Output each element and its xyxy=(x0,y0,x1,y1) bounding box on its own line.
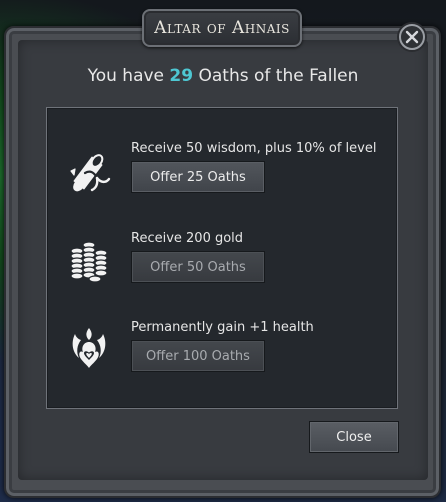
oath-count-headline: You have 29 Oaths of the Fallen xyxy=(0,66,446,86)
reward-description: Receive 50 wisdom, plus 10% of level xyxy=(131,141,377,156)
headline-prefix: You have xyxy=(87,66,170,86)
offer-25-oaths-button[interactable]: Offer 25 Oaths xyxy=(131,161,265,193)
oath-count: 29 xyxy=(169,66,194,86)
dialog-title-plate: Altar of Ahnais xyxy=(142,9,302,47)
rewards-list: Receive 50 wisdom, plus 10% of level Off… xyxy=(46,107,398,409)
offer-100-oaths-button[interactable]: Offer 100 Oaths xyxy=(131,340,265,372)
reward-description: Permanently gain +1 health xyxy=(131,320,314,335)
reward-row-gold: Receive 200 gold Offer 50 Oaths xyxy=(47,231,397,301)
headline-suffix: Oaths of the Fallen xyxy=(193,66,359,86)
reward-row-health: Permanently gain +1 health Offer 100 Oat… xyxy=(47,320,397,390)
offer-50-oaths-button[interactable]: Offer 50 Oaths xyxy=(131,251,265,283)
close-x-button[interactable] xyxy=(399,24,425,50)
gold-coins-icon xyxy=(70,241,108,283)
reward-description: Receive 200 gold xyxy=(131,231,244,246)
dialog-title: Altar of Ahnais xyxy=(154,18,290,38)
close-icon xyxy=(405,30,419,44)
reward-row-wisdom: Receive 50 wisdom, plus 10% of level Off… xyxy=(47,141,397,211)
heart-flame-icon xyxy=(72,328,106,368)
scroll-icon xyxy=(70,154,111,192)
close-button[interactable]: Close xyxy=(309,421,399,453)
